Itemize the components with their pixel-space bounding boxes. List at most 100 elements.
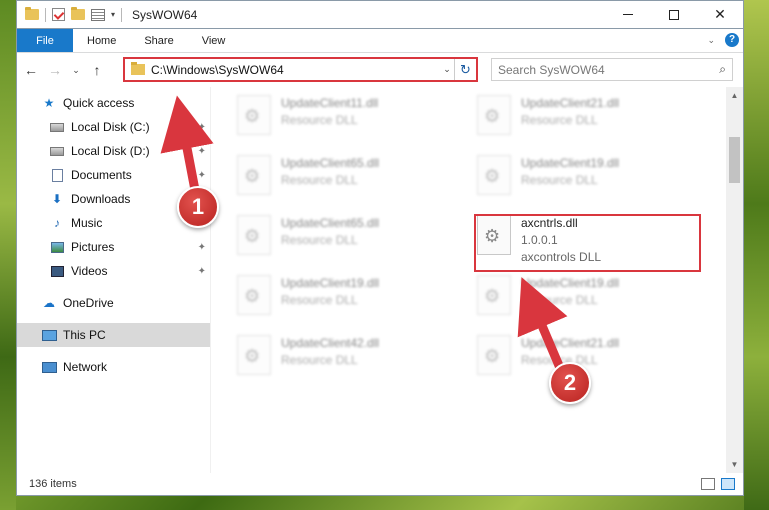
details-view-icon[interactable] — [701, 478, 715, 490]
file-item[interactable]: UpdateClient21.dll Resource DLL — [473, 91, 695, 143]
desktop-background-left — [0, 0, 16, 510]
address-bar[interactable]: C:\Windows\SysWOW64 ⌄ ↻ — [123, 57, 478, 82]
dll-file-icon — [237, 335, 271, 375]
file-item[interactable]: UpdateClient65.dll Resource DLL — [233, 211, 455, 263]
sidebar-item-label: Local Disk (C:) — [71, 120, 150, 134]
item-count: 136 items — [29, 478, 77, 490]
file-type: Resource DLL — [521, 113, 598, 127]
status-bar: 136 items — [17, 473, 743, 495]
search-input[interactable]: Search SysWOW64 ⌕ — [491, 58, 733, 81]
file-type: Resource DLL — [281, 293, 358, 307]
sidebar-item-label: Pictures — [71, 240, 115, 254]
forward-button[interactable]: → — [47, 62, 63, 78]
download-icon: ⬇ — [51, 192, 63, 206]
dll-file-icon — [237, 155, 271, 195]
music-icon: ♪ — [54, 216, 60, 230]
sidebar-item-quick-access[interactable]: ★ Quick access — [17, 91, 210, 115]
pin-icon: ✦ — [197, 241, 206, 253]
dll-file-icon — [477, 275, 511, 315]
refresh-button[interactable]: ↻ — [454, 59, 476, 80]
sidebar-item-network[interactable]: Network — [17, 355, 210, 379]
dll-file-icon — [237, 215, 271, 255]
sidebar-item-this-pc[interactable]: This PC — [17, 323, 210, 347]
file-item[interactable]: UpdateClient19.dll Resource DLL — [233, 271, 455, 323]
tab-view[interactable]: View — [188, 29, 240, 52]
sidebar-item-label: Quick access — [63, 96, 135, 110]
ribbon-collapse-icon[interactable]: ⌄ — [707, 35, 715, 46]
file-name: UpdateClient19.dll — [281, 276, 380, 290]
tab-share[interactable]: Share — [130, 29, 187, 52]
file-type: Resource DLL — [281, 353, 358, 367]
search-icon[interactable]: ⌕ — [719, 62, 726, 77]
sidebar-item-documents[interactable]: Documents ✦ — [17, 163, 210, 187]
ribbon-right-controls: ⌄ ? — [707, 33, 739, 47]
scroll-thumb[interactable] — [729, 137, 740, 183]
computer-icon — [41, 328, 57, 342]
file-list: UpdateClient11.dll Resource DLL UpdateCli… — [211, 87, 743, 473]
pin-icon: ✦ — [197, 169, 206, 181]
cloud-icon: ☁ — [43, 296, 55, 310]
file-name: UpdateClient65.dll — [281, 156, 380, 170]
address-dropdown-icon[interactable]: ⌄ — [440, 64, 454, 75]
file-name: UpdateClient21.dll — [521, 96, 620, 110]
star-icon: ★ — [43, 96, 55, 110]
up-button[interactable]: ↑ — [89, 62, 105, 78]
sidebar-item-label: Downloads — [71, 192, 131, 206]
sidebar-item-pictures[interactable]: Pictures ✦ — [17, 235, 210, 259]
properties-check-icon[interactable] — [52, 8, 65, 21]
scroll-up-icon[interactable]: ▲ — [726, 87, 743, 104]
file-item[interactable]: UpdateClient11.dll Resource DLL — [233, 91, 455, 143]
file-name: UpdateClient65.dll — [281, 216, 380, 230]
customize-toolbar-chevron-icon[interactable]: ▾ — [111, 10, 115, 19]
close-icon: ✕ — [714, 6, 726, 22]
sidebar-item-local-disk-d[interactable]: Local Disk (D:) ✦ — [17, 139, 210, 163]
close-button[interactable]: ✕ — [697, 1, 743, 28]
pin-icon: ✦ — [197, 121, 206, 133]
minimize-button[interactable] — [605, 1, 651, 28]
file-item[interactable]: UpdateClient19.dll Resource DLL — [473, 271, 695, 323]
document-icon — [49, 168, 65, 182]
tiles-view-icon[interactable] — [721, 478, 735, 490]
recent-locations-button[interactable]: ⌄ — [71, 65, 81, 76]
pin-icon: ✦ — [197, 145, 206, 157]
desktop-background-right — [744, 0, 769, 510]
file-item[interactable]: UpdateClient42.dll Resource DLL — [233, 331, 455, 383]
step-1-badge: 1 — [177, 186, 219, 228]
sidebar-item-label: Documents — [71, 168, 132, 182]
explorer-window: File Home Share View ⌄ ? ← → ⌄ ↑ C:\Wind… — [16, 28, 744, 496]
file-type: Resource DLL — [521, 173, 598, 187]
sidebar-item-label: Music — [71, 216, 103, 230]
network-icon — [41, 360, 57, 374]
sidebar-item-onedrive[interactable]: ☁ OneDrive — [17, 291, 210, 315]
maximize-icon — [669, 9, 679, 20]
pictures-icon — [49, 240, 65, 254]
scroll-down-icon[interactable]: ▼ — [726, 456, 743, 473]
file-item[interactable]: UpdateClient65.dll Resource DLL — [233, 151, 455, 203]
folder-icon — [25, 7, 39, 20]
sidebar-item-videos[interactable]: Videos ✦ — [17, 259, 210, 283]
address-path[interactable]: C:\Windows\SysWOW64 — [151, 63, 440, 77]
videos-icon — [49, 264, 65, 278]
sidebar-item-local-disk-c[interactable]: Local Disk (C:) ✦ — [17, 115, 210, 139]
file-item[interactable]: UpdateClient19.dll Resource DLL — [473, 151, 695, 203]
vertical-scrollbar[interactable]: ▲ ▼ — [726, 87, 743, 473]
file-type: Resource DLL — [521, 293, 598, 307]
dll-file-icon — [237, 275, 271, 315]
navigation-bar: ← → ⌄ ↑ C:\Windows\SysWOW64 ⌄ ↻ Search S… — [17, 53, 743, 87]
folder-icon — [131, 62, 145, 75]
maximize-button[interactable] — [651, 1, 697, 28]
file-name: UpdateClient19.dll — [521, 156, 620, 170]
file-type: Resource DLL — [281, 233, 358, 247]
properties-icon[interactable] — [91, 8, 105, 21]
quick-access-toolbar: ▾ — [17, 7, 123, 22]
file-name: UpdateClient21.dll — [521, 336, 620, 350]
tab-home[interactable]: Home — [73, 29, 130, 52]
sidebar-item-label: OneDrive — [63, 296, 114, 310]
tab-file[interactable]: File — [17, 29, 73, 52]
help-icon[interactable]: ? — [725, 33, 739, 47]
dll-file-icon — [477, 155, 511, 195]
back-button[interactable]: ← — [23, 62, 39, 78]
new-folder-icon[interactable] — [71, 7, 85, 20]
